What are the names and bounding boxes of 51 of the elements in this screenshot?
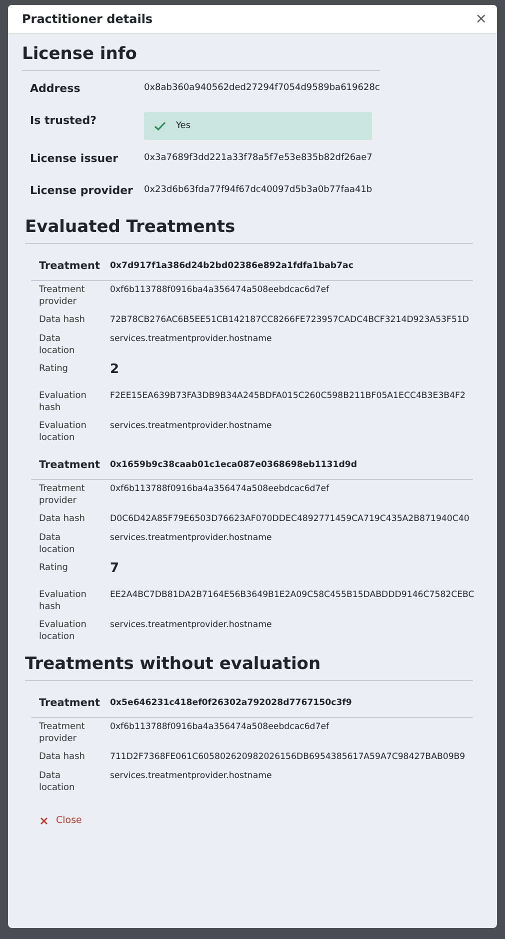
- field-value: D0C6D42A85F79E6503D76623AF070DDEC4892771459CA719C435A2B871940C40: [110, 513, 470, 526]
- field-value: services.treatmentprovider.hostname: [110, 619, 272, 632]
- field-value: EE2A4BC7DB81DA2B7164E56B3649B1E2A09C58C455B15DABDDD9146C7582CEBC: [110, 589, 474, 602]
- field-label: License issuer: [30, 151, 120, 165]
- treatment-label: Treatment: [39, 697, 101, 709]
- section-heading: Evaluated Treatments: [25, 217, 236, 239]
- field-value: 0xf6b113788f0916ba4a356474a508eebdcac6d7ef: [110, 721, 330, 734]
- field-label: Treatment provider: [39, 483, 86, 507]
- dialog-title: Practitioner details: [22, 12, 153, 26]
- field-value: services.treatmentprovider.hostname: [110, 333, 272, 346]
- field-label: Data location: [39, 532, 76, 556]
- field-label: Treatment provider: [39, 721, 86, 745]
- field-label: Treatment provider: [39, 284, 86, 308]
- field-value: services.treatmentprovider.hostname: [110, 420, 272, 433]
- field-label: License provider: [30, 183, 134, 197]
- field-label: Evaluation hash: [39, 589, 88, 613]
- field-value: 711D2F7368FE061C605802620982026156DB6954385617A59A7C98427BAB09B9: [110, 751, 466, 764]
- close-icon: [40, 816, 48, 824]
- rating-value: 7: [110, 562, 120, 578]
- field-label: Evaluation location: [39, 619, 88, 643]
- field-label: Is trusted?: [30, 113, 98, 127]
- field-label: Data hash: [39, 314, 86, 326]
- treatment-label: Treatment: [39, 459, 101, 471]
- treatment-id: 0x5e646231c418ef0f26302a792028d7767150c3f9: [110, 698, 352, 708]
- field-value: F2EE15EA639B73FA3DB9B34A245BDFA015C260C598B211BF05A1ECC4B3E3B4F2: [110, 390, 466, 403]
- field-label: Data location: [39, 333, 76, 357]
- field-value: 0x23d6b63fda77f94f67dc40097d5b3a0b77faa41b: [144, 184, 372, 195]
- field-label: Data location: [39, 770, 76, 794]
- treatment-label: Treatment: [39, 260, 101, 272]
- field-label: Evaluation location: [39, 420, 88, 444]
- field-value: 0xf6b113788f0916ba4a356474a508eebdcac6d7ef: [110, 284, 330, 297]
- section-heading: License info: [22, 44, 137, 66]
- trusted-badge: Yes: [144, 112, 372, 140]
- treatment-id: 0x7d917f1a386d24b2bd02386e892a1fdfa1bab7ac: [110, 261, 354, 271]
- section-heading: Treatments without evaluation: [25, 654, 321, 676]
- field-value: services.treatmentprovider.hostname: [110, 532, 272, 545]
- field-label: Data hash: [39, 513, 86, 525]
- rating-value: 2: [110, 363, 120, 379]
- field-label: Data hash: [39, 751, 86, 763]
- close-button[interactable]: Close: [38, 813, 84, 828]
- field-value: 72B78CB276AC6B5EE51CB142187CC8266FE723957CADC4BCF3214D923A53F51D: [110, 314, 470, 327]
- field-label: Rating: [39, 562, 70, 574]
- field-label: Rating: [39, 363, 70, 375]
- field-label: Address: [30, 81, 82, 95]
- field-value: 0x3a7689f3dd221a33f78a5f7e53e835b82df26ae7: [144, 152, 372, 163]
- treatment-id: 0x1659b9c38caab01c1eca087e0368698eb1131d9d: [110, 460, 358, 470]
- field-value: services.treatmentprovider.hostname: [110, 770, 272, 783]
- check-icon: [154, 121, 166, 131]
- field-value: 0x8ab360a940562ded27294f7054d9589ba619628c: [144, 82, 380, 93]
- field-value: 0xf6b113788f0916ba4a356474a508eebdcac6d7ef: [110, 483, 330, 496]
- field-label: Evaluation hash: [39, 390, 88, 414]
